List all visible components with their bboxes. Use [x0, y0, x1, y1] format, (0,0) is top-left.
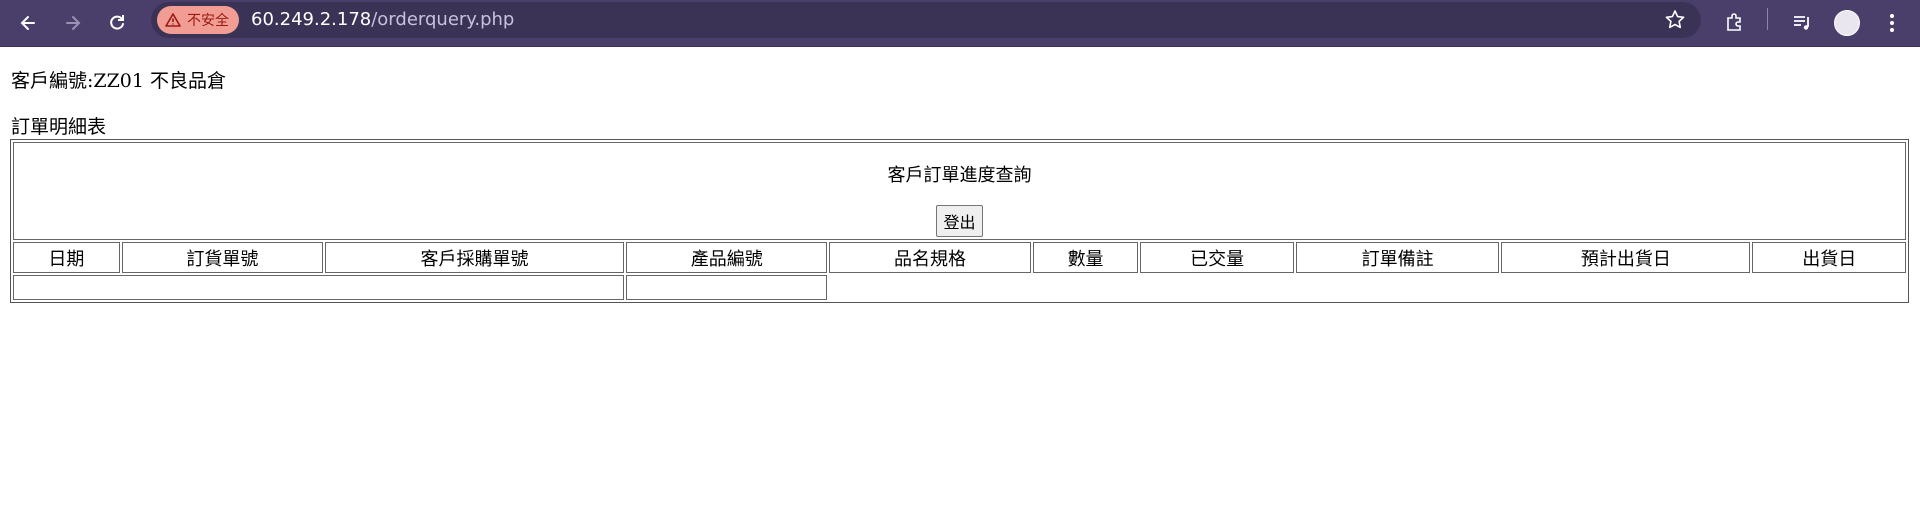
- empty-cell: [626, 275, 828, 300]
- kebab-menu-icon: [1890, 14, 1894, 32]
- logout-button[interactable]: 登出: [936, 205, 983, 237]
- empty-cell: [13, 275, 625, 300]
- avatar: [1834, 10, 1860, 36]
- puzzle-icon: [1727, 13, 1741, 31]
- column-header: 預計出貨日: [1501, 242, 1751, 273]
- url-host: 60.249.2.178: [251, 9, 372, 30]
- table-row: [13, 275, 1906, 300]
- forward-arrow-icon: [66, 16, 81, 30]
- reload-icon: [110, 15, 124, 30]
- address-bar[interactable]: 不安全 60.249.2.178/orderquery.php: [151, 2, 1701, 38]
- media-button[interactable]: [1784, 5, 1820, 41]
- url-path: /orderquery.php: [371, 9, 515, 30]
- url-text[interactable]: 60.249.2.178/orderquery.php: [251, 9, 514, 31]
- section-title: 訂單明細表: [11, 116, 107, 138]
- column-header: 產品編號: [626, 242, 828, 273]
- column-header: 訂單備註: [1295, 242, 1500, 273]
- column-header: 客戶採購單號: [325, 242, 625, 273]
- blank-area: [829, 275, 1906, 300]
- column-header: 日期: [13, 242, 120, 273]
- back-button[interactable]: [12, 7, 44, 39]
- forward-button[interactable]: [57, 7, 89, 39]
- reload-button[interactable]: [101, 7, 133, 39]
- customer-info: 客戶編號:ZZ01 不良品倉: [11, 70, 227, 92]
- extensions-button[interactable]: [1717, 5, 1753, 41]
- profile-button[interactable]: [1829, 5, 1865, 41]
- order-table: 客戶訂單進度查詢 登出 日期 訂貨單號 客戶採購單號 產品編號 品名規格 數量 …: [10, 139, 1909, 303]
- column-header: 品名規格: [829, 242, 1031, 273]
- column-header: 數量: [1032, 242, 1139, 273]
- report-title: 客戶訂單進度查詢: [887, 165, 1032, 186]
- security-label: 不安全: [187, 13, 229, 29]
- column-header: 訂貨單號: [121, 242, 324, 273]
- report-header-cell: 客戶訂單進度查詢 登出: [13, 142, 1906, 240]
- column-header: 出貨日: [1752, 242, 1906, 273]
- menu-button[interactable]: [1874, 5, 1910, 41]
- back-arrow-icon: [20, 16, 35, 30]
- playlist-music-icon: [1794, 16, 1809, 30]
- browser-toolbar: 不安全 60.249.2.178/orderquery.php: [0, 0, 1920, 47]
- column-header: 已交量: [1140, 242, 1294, 273]
- warning-triangle-icon: [165, 13, 181, 27]
- toolbar-divider: [1767, 8, 1768, 30]
- bookmark-star-icon[interactable]: [1663, 8, 1687, 32]
- column-header-row: 日期 訂貨單號 客戶採購單號 產品編號 品名規格 數量 已交量 訂單備註 預計出…: [13, 242, 1906, 273]
- security-chip[interactable]: 不安全: [157, 6, 239, 34]
- page-content: 客戶編號:ZZ01 不良品倉 訂單明細表 客戶訂單進度查詢 登出 日期 訂貨單號…: [0, 69, 1920, 303]
